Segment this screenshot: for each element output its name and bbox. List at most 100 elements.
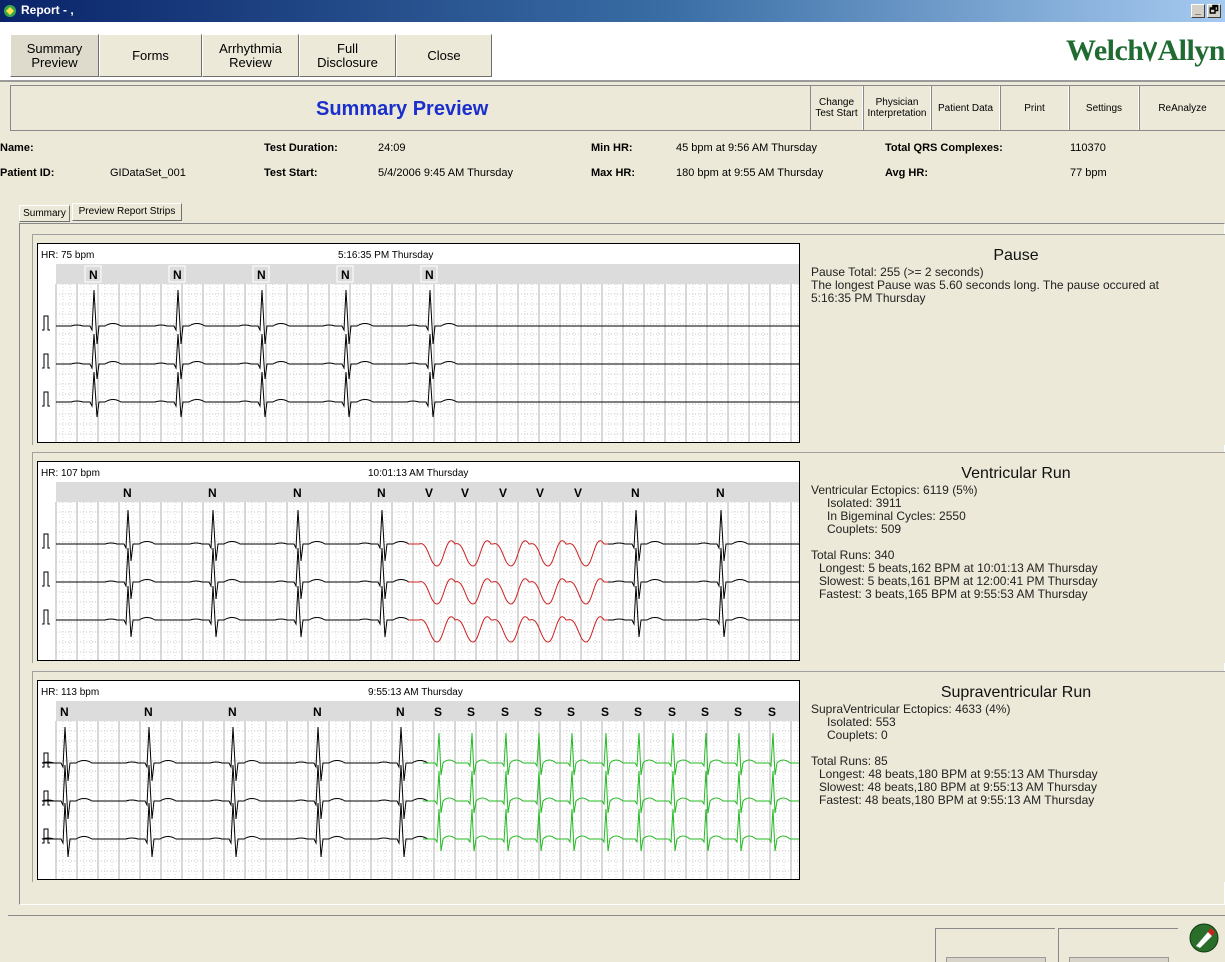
summary-line: 5:16:35 PM Thursday [811, 291, 926, 305]
change-test-start-button[interactable]: Change Test Start [810, 86, 863, 130]
min-hr-label: Min HR: [591, 142, 633, 154]
beat-label: S [668, 705, 676, 719]
calibration-pulse [42, 828, 50, 844]
beat-label: V [499, 486, 507, 500]
beat-label: N [257, 268, 266, 282]
ecg-trace-ventricular [408, 616, 608, 643]
settings-button[interactable]: Settings [1069, 86, 1139, 130]
beat-label: S [534, 705, 542, 719]
beat-label: S [701, 705, 709, 719]
supraventricular-ecg-strip[interactable]: HR: 113 bpm 9:55:13 AM Thursday N N N N N S S S S S… [37, 680, 800, 880]
beat-label: S [601, 705, 609, 719]
welch-allyn-logo: Welch Allyn [1066, 34, 1225, 68]
summary-line: Couplets: 0 [827, 728, 888, 742]
beat-label: N [716, 486, 725, 500]
beat-label: N [123, 486, 132, 500]
beat-label: N [89, 268, 98, 282]
test-start-value: 5/4/2006 9:45 AM Thursday [378, 167, 513, 179]
restore-button[interactable]: 🗗 [1207, 4, 1221, 18]
beat-label: V [574, 486, 582, 500]
ecg-trace-supraventricular [423, 732, 799, 776]
beat-label: V [461, 486, 469, 500]
ecg-trace-ventricular [408, 578, 608, 605]
logo-text-left: Welch [1065, 34, 1144, 67]
ecg-trace-supraventricular [423, 808, 799, 852]
calibration-pulse [42, 315, 50, 331]
beat-label: N [396, 705, 405, 719]
strip-time-label: 10:01:13 AM Thursday [368, 468, 468, 479]
ventricular-ecg-strip[interactable]: HR: 107 bpm 10:01:13 AM Thursday N N N N V V V V V… [37, 461, 800, 661]
status-bar [8, 915, 1225, 962]
beat-label: N [228, 705, 237, 719]
ecg-trace [56, 509, 411, 562]
ventricular-summary: Ventricular Run Ventricular Ectopics: 61… [811, 461, 1221, 601]
avg-hr-value: 77 bpm [1070, 167, 1107, 179]
hr-label: HR: 75 bpm [41, 250, 94, 261]
beat-label: S [634, 705, 642, 719]
beat-label: N [425, 268, 434, 282]
summary-content: HR: 75 bpm 5:16:35 PM Thursday N N N N N Pause… [19, 223, 1225, 905]
ecg-trace-supraventricular [423, 770, 799, 814]
reanalyze-button[interactable]: ReAnalyze [1139, 86, 1225, 130]
name-label: Name: [0, 142, 34, 154]
supraventricular-summary: Supraventricular Run SupraVentricular Ec… [811, 680, 1221, 807]
page-title: Summary Preview [316, 98, 489, 120]
calibration-pulse [42, 571, 50, 587]
tab-preview-report-strips[interactable]: Preview Report Strips [72, 203, 182, 221]
beat-label-band [56, 701, 799, 721]
beat-label: N [293, 486, 302, 500]
beat-label: N [173, 268, 182, 282]
test-duration-value: 24:09 [378, 142, 406, 154]
ventricular-ecg-chart: HR: 107 bpm 10:01:13 AM Thursday N N N N V V V V V… [41, 468, 799, 660]
supraventricular-run-panel: HR: 113 bpm 9:55:13 AM Thursday N N N N N S S S S S… [32, 671, 1225, 882]
nav-close-button[interactable]: Close [396, 34, 492, 77]
beat-label: S [567, 705, 575, 719]
beat-label: S [467, 705, 475, 719]
status-tool-icon[interactable] [1188, 922, 1220, 954]
nav-arrhythmia-review-button[interactable]: Arrhythmia Review [202, 34, 299, 77]
print-button[interactable]: Print [1000, 86, 1069, 130]
report-window: Report - , _ 🗗 Summary Preview Forms Arrh… [0, 0, 1225, 962]
ecg-trace [56, 547, 411, 600]
calibration-pulse [42, 752, 50, 768]
max-hr-label: Max HR: [591, 167, 636, 179]
window-title: Report - , [21, 3, 74, 17]
pause-ecg-chart: HR: 75 bpm 5:16:35 PM Thursday N N N N N [41, 250, 799, 442]
tab-summary[interactable]: Summary [19, 205, 70, 222]
status-pane-2 [1058, 928, 1178, 962]
status-slot [946, 957, 1046, 962]
beat-label: N [341, 268, 350, 282]
pause-title: Pause [993, 247, 1039, 264]
beat-label: S [768, 705, 776, 719]
minimize-button[interactable]: _ [1191, 4, 1205, 18]
physician-interpretation-button[interactable]: Physician Interpretation [863, 86, 931, 130]
strip-time-label: 9:55:13 AM Thursday [368, 687, 463, 698]
ventricular-run-panel: HR: 107 bpm 10:01:13 AM Thursday N N N N V V V V V… [32, 452, 1225, 663]
beat-label: S [734, 705, 742, 719]
beat-label: N [60, 705, 69, 719]
app-icon [4, 5, 16, 17]
beat-label: N [208, 486, 217, 500]
patient-id-label: Patient ID: [0, 167, 55, 179]
supraventricular-ecg-chart: HR: 113 bpm 9:55:13 AM Thursday N N N N N S S S S S… [41, 687, 799, 879]
calibration-pulse [42, 533, 50, 549]
patient-id-value: GIDataSet_001 [110, 167, 186, 179]
pause-summary: Pause Pause Total: 255 (>= 2 seconds) Th… [811, 243, 1221, 305]
pause-ecg-strip[interactable]: HR: 75 bpm 5:16:35 PM Thursday N N N N N [37, 243, 800, 443]
min-hr-value: 45 bpm at 9:56 AM Thursday [676, 142, 818, 154]
patient-data-button[interactable]: Patient Data [931, 86, 1000, 130]
logo-text-right: Allyn [1157, 34, 1225, 67]
pause-panel: HR: 75 bpm 5:16:35 PM Thursday N N N N N Pause… [32, 234, 1225, 445]
nav-summary-preview-button[interactable]: Summary Preview [10, 34, 99, 77]
ecg-trace [41, 764, 430, 820]
strip-time-label: 5:16:35 PM Thursday [338, 250, 433, 261]
beat-label: N [313, 705, 322, 719]
calibration-pulse [42, 790, 50, 806]
test-duration-label: Test Duration: [264, 142, 338, 154]
ecg-trace [41, 726, 430, 782]
nav-full-disclosure-button[interactable]: Full Disclosure [299, 34, 396, 77]
nav-forms-button[interactable]: Forms [99, 34, 202, 77]
beat-label: N [144, 705, 153, 719]
title-bar[interactable]: Report - , _ 🗗 [0, 0, 1225, 22]
beat-label: N [377, 486, 386, 500]
